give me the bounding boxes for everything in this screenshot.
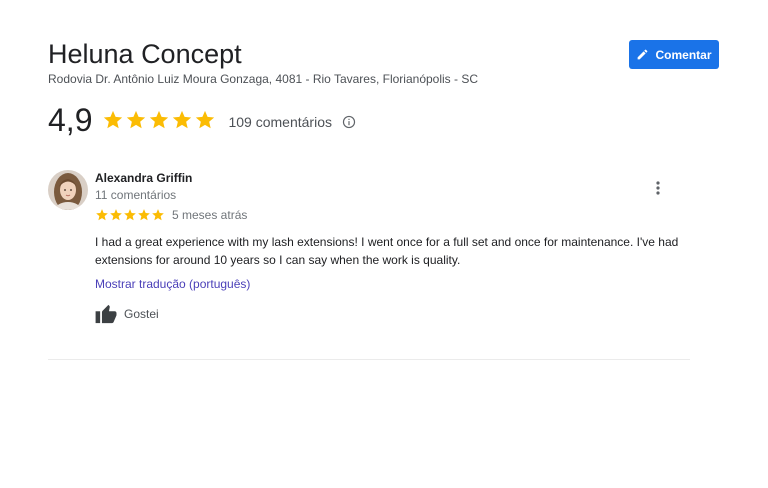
review-date: 5 meses atrás bbox=[172, 208, 248, 222]
review-stars bbox=[95, 208, 165, 222]
reviewer-review-count: 11 comentários bbox=[95, 188, 177, 202]
rating-summary: 4,9 109 comentários bbox=[48, 100, 356, 140]
divider bbox=[48, 359, 690, 360]
more-options-button[interactable] bbox=[650, 178, 666, 198]
star-icon bbox=[173, 110, 192, 129]
star-icon bbox=[150, 110, 169, 129]
star-icon bbox=[96, 209, 108, 221]
pencil-icon bbox=[636, 48, 649, 61]
review-meta: 5 meses atrás bbox=[95, 208, 247, 222]
star-icon bbox=[124, 209, 136, 221]
more-vert-icon bbox=[656, 181, 660, 195]
avatar[interactable] bbox=[48, 170, 88, 210]
place-title: Heluna Concept bbox=[48, 39, 242, 69]
star-icon bbox=[152, 209, 164, 221]
comment-button-label: Comentar bbox=[655, 47, 712, 62]
review-text: I had a great experience with my lash ex… bbox=[95, 235, 679, 267]
thumbs-up-icon bbox=[95, 304, 117, 324]
star-icon bbox=[138, 209, 150, 221]
star-icon bbox=[104, 110, 123, 129]
reviews-panel: Heluna Concept Rodovia Dr. Antônio Luiz … bbox=[0, 0, 768, 488]
rating-stars bbox=[102, 109, 216, 131]
place-address: Rodovia Dr. Antônio Luiz Moura Gonzaga, … bbox=[48, 72, 479, 86]
like-button[interactable]: Gostei bbox=[95, 304, 159, 324]
rating-value: 4,9 bbox=[48, 102, 93, 138]
star-icon bbox=[127, 110, 146, 129]
like-label: Gostei bbox=[124, 307, 159, 321]
comment-button[interactable]: Comentar bbox=[629, 40, 719, 69]
reviewer-name[interactable]: Alexandra Griffin bbox=[95, 171, 192, 185]
star-icon bbox=[110, 209, 122, 221]
show-translation-link[interactable]: Mostrar tradução (português) bbox=[95, 277, 250, 291]
star-icon bbox=[196, 110, 215, 129]
review-count-link[interactable]: 109 comentários bbox=[228, 114, 332, 130]
info-icon[interactable] bbox=[342, 115, 356, 129]
